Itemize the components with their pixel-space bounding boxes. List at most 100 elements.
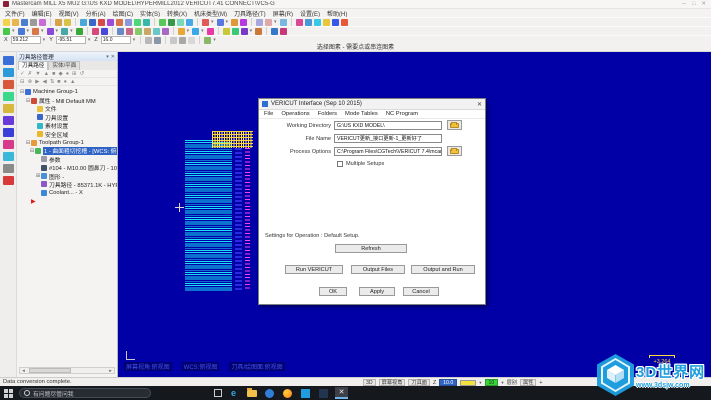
record-icon[interactable]: ● [64, 79, 67, 85]
select-all-icon[interactable]: ✓ [20, 71, 25, 77]
scroll-right-icon[interactable]: ▸ [107, 368, 114, 374]
toolbar-icon[interactable] [89, 19, 96, 26]
dialog-menu-mode-tables[interactable]: Mode Tables [345, 111, 378, 117]
panel-collapse-icon[interactable]: ▾ [106, 54, 109, 60]
dialog-menu-folders[interactable]: Folders [318, 111, 337, 117]
plane-button[interactable]: 刀具面 [408, 379, 430, 386]
stop-icon[interactable]: ■ [57, 79, 60, 85]
ok-button[interactable]: OK [319, 287, 347, 296]
run-vericut-button[interactable]: Run VERICUT [285, 265, 343, 274]
attributes-button[interactable]: 属性 [520, 379, 536, 386]
tab-solids[interactable]: 实体/平面 [48, 61, 80, 70]
toolbar-icon[interactable] [265, 19, 272, 26]
task-view-icon[interactable] [214, 389, 222, 397]
dialog-menu-operations[interactable]: Operations [281, 111, 309, 117]
toolbar-icon[interactable] [153, 28, 160, 35]
dialog-titlebar[interactable]: VERICUT Interface (Sep 10 2015) ✕ [259, 99, 485, 110]
minimize-button[interactable]: ─ [682, 1, 686, 7]
toolbar-icon[interactable] [280, 28, 287, 35]
backplot-icon[interactable]: ▲ [44, 71, 49, 77]
toolbar-icon[interactable] [143, 19, 150, 26]
dialog-menu-file[interactable]: File [264, 111, 273, 117]
panel-close-icon[interactable]: ✕ [111, 54, 115, 60]
new-file-icon[interactable] [3, 19, 10, 26]
post-icon[interactable]: ◆ [58, 71, 62, 77]
z-depth-field[interactable]: 10.0 [439, 379, 457, 386]
toolbar-icon[interactable] [126, 28, 133, 35]
toolbar-icon[interactable] [280, 19, 287, 26]
open-file-icon[interactable] [12, 19, 19, 26]
toolbar-icon[interactable] [241, 28, 248, 35]
start-button[interactable] [3, 388, 14, 399]
tree-row[interactable]: 安全区域 [17, 130, 117, 138]
output-and-run-button[interactable]: Output and Run [411, 265, 475, 274]
cortana-search-box[interactable]: 有问题尽管问我 [19, 388, 151, 398]
checkbox-icon[interactable] [337, 161, 343, 167]
toolbar-icon[interactable] [117, 28, 124, 35]
tree-row[interactable]: #104 - M10.00 圆鼻刀 - 10 [17, 164, 117, 172]
tree-row[interactable]: ⊟ 属性 - Mill Default MM [17, 96, 117, 104]
file-name-field[interactable] [334, 134, 442, 143]
toolbar-icon[interactable] [39, 19, 46, 26]
mru-icon[interactable] [3, 56, 14, 65]
mru-icon[interactable] [3, 68, 14, 77]
toolbar-icon[interactable] [178, 28, 185, 35]
scroll-left-icon[interactable]: ◂ [20, 368, 27, 374]
dialog-menu-nc-program[interactable]: NC Program [386, 111, 418, 117]
firefox-icon[interactable] [281, 387, 294, 399]
tree-row[interactable]: 刀具设置 [17, 113, 117, 121]
toolbar-icon[interactable] [314, 19, 321, 26]
save-icon[interactable] [21, 19, 28, 26]
process-options-select[interactable]: C:\Program Files\CGTech\VERICUT 7.4\mcam… [334, 147, 442, 156]
close-button[interactable]: ✕ [701, 1, 706, 7]
toolbar-icon[interactable] [256, 19, 263, 26]
color-swatch[interactable] [460, 380, 476, 386]
toolbar-icon[interactable] [168, 19, 175, 26]
x-coordinate-field[interactable] [11, 36, 41, 44]
chevron-down-icon[interactable]: ▾ [501, 380, 503, 386]
edge-icon[interactable]: e [227, 387, 240, 399]
point-icon[interactable] [3, 28, 10, 35]
refresh-icon[interactable]: ↺ [80, 71, 85, 77]
redo-icon[interactable] [64, 19, 71, 26]
tree-row[interactable]: 文件 [17, 105, 117, 113]
tree-row[interactable]: 参数 [17, 155, 117, 163]
toolbar-icon[interactable] [223, 28, 230, 35]
working-directory-browse-button[interactable] [447, 120, 462, 130]
graphics-viewport[interactable]: VERICUT Interface (Sep 10 2015) ✕ File O… [118, 52, 711, 377]
toolbar-icon[interactable] [125, 19, 132, 26]
toolbar-icon[interactable] [92, 28, 99, 35]
insert-icon[interactable]: ⇅ [50, 79, 55, 85]
toolbar-icon[interactable] [135, 28, 142, 35]
toolbar-icon[interactable] [204, 37, 211, 44]
refresh-button[interactable]: Refresh [335, 244, 407, 253]
toolbar-icon[interactable] [207, 28, 214, 35]
regen-icon[interactable]: ▼ [35, 71, 40, 77]
working-directory-field[interactable] [334, 121, 442, 130]
toolbar-icon[interactable] [202, 19, 209, 26]
toggle-lock-icon[interactable]: ⊗ [28, 79, 33, 85]
tab-toolpaths[interactable]: 刀具路径 [18, 61, 48, 70]
toolbar-icon[interactable] [305, 19, 312, 26]
mru-icon[interactable] [3, 92, 14, 101]
tree-row[interactable]: 刀具路径 - 85371.1K - HYPERM [17, 180, 117, 188]
toolbar-icon[interactable] [271, 28, 278, 35]
cancel-button[interactable]: Cancel [403, 287, 439, 296]
active-app-icon[interactable]: ✕ [335, 387, 348, 399]
toolbar-icon[interactable] [154, 37, 161, 44]
toolbar-icon[interactable] [323, 19, 330, 26]
verify-icon[interactable]: ■ [52, 71, 55, 77]
output-files-button[interactable]: Output Files [351, 265, 405, 274]
toolbar-icon[interactable] [177, 19, 184, 26]
mru-icon[interactable] [3, 116, 14, 125]
toolbar-icon[interactable] [231, 19, 238, 26]
expand-icon[interactable]: ⊞ [72, 71, 77, 77]
toolbar-icon[interactable] [98, 19, 105, 26]
layer-field[interactable]: 10 [485, 379, 499, 386]
maximize-button[interactable]: □ [692, 1, 695, 7]
mru-icon[interactable] [3, 104, 14, 113]
toolbar-icon[interactable] [107, 19, 114, 26]
toolbar-icon[interactable] [170, 37, 177, 44]
spline-icon[interactable] [47, 28, 54, 35]
highfeed-icon[interactable]: ● [66, 71, 69, 77]
